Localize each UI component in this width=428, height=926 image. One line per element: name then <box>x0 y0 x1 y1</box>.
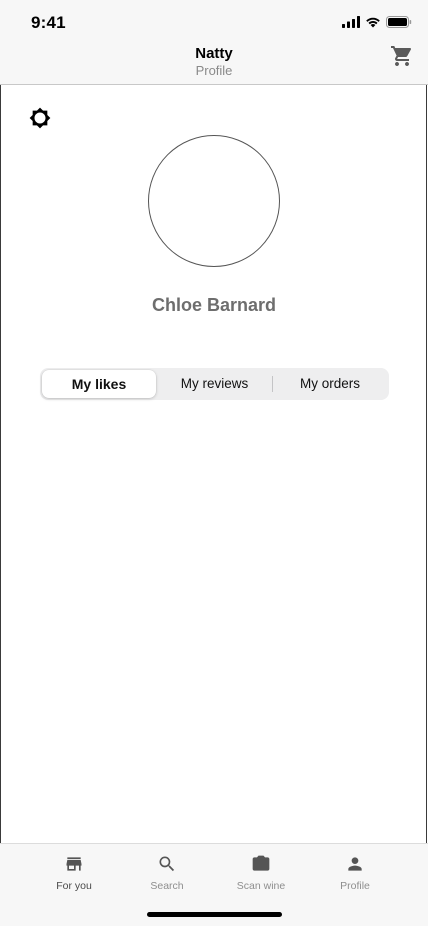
tab-profile[interactable]: Profile <box>310 854 400 892</box>
segment-my-likes[interactable]: My likes <box>42 370 156 398</box>
cellular-signal-icon <box>342 16 360 28</box>
tab-label: For you <box>56 880 92 892</box>
user-name: Chloe Barnard <box>151 295 277 315</box>
cart-icon[interactable] <box>390 44 414 68</box>
tab-label: Scan wine <box>236 880 286 892</box>
profile-segmented-control: My likes My reviews My orders <box>40 368 389 400</box>
page-title: Natty <box>195 45 233 62</box>
person-icon <box>348 857 362 871</box>
store-icon <box>66 857 82 871</box>
wifi-icon <box>366 17 380 28</box>
tab-label: Search <box>150 880 184 892</box>
status-bar: 9:41 <box>0 0 428 44</box>
tab-scan-wine[interactable]: Scan wine <box>216 854 306 892</box>
status-icons <box>342 15 412 29</box>
tab-for-you[interactable]: For you <box>29 854 119 892</box>
scan-icon <box>252 855 270 871</box>
segment-my-reviews[interactable]: My reviews <box>157 370 272 398</box>
navigation-bar: Natty Profile <box>0 44 428 85</box>
brightness-settings-icon[interactable] <box>29 107 51 129</box>
home-indicator[interactable] <box>147 912 282 917</box>
segment-my-orders[interactable]: My orders <box>273 370 387 398</box>
tab-search[interactable]: Search <box>122 854 212 892</box>
search-icon <box>159 856 175 872</box>
battery-icon <box>386 16 412 28</box>
avatar[interactable] <box>148 135 280 267</box>
status-time: 9:41 <box>31 13 66 32</box>
page-subtitle: Profile <box>195 63 233 78</box>
tab-label: Profile <box>340 880 370 892</box>
